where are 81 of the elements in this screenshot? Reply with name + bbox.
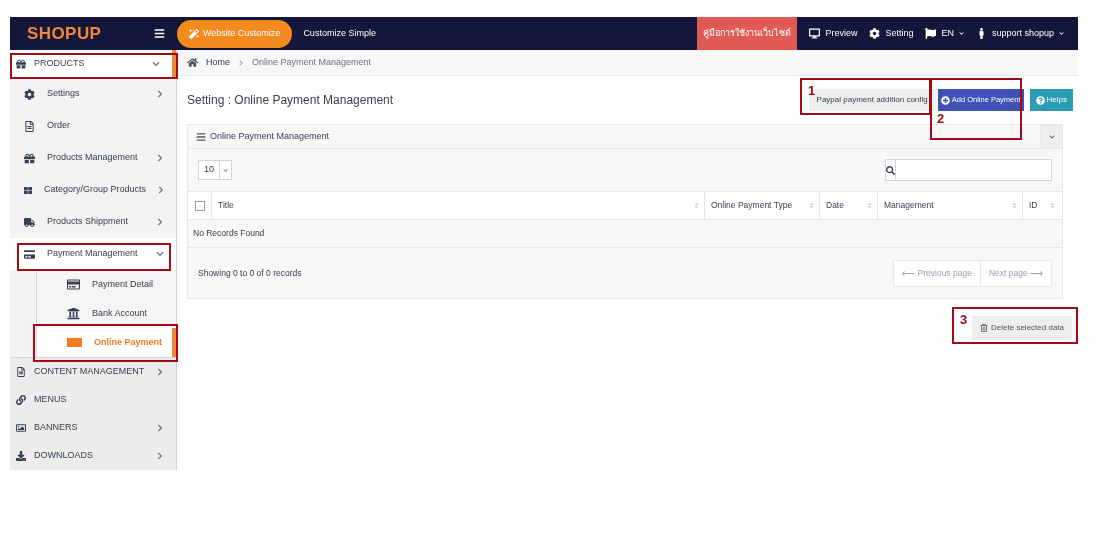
submenu-item[interactable]: Bank Account — [37, 299, 176, 328]
search-field[interactable] — [885, 159, 1052, 181]
sort-icon — [1011, 202, 1018, 209]
search-icon — [886, 165, 895, 175]
sidebar-item[interactable]: Category/Group Products — [10, 174, 176, 206]
submenu-item[interactable]: Payment Detail — [37, 270, 176, 299]
delete-button[interactable]: Delete selected data — [972, 316, 1072, 340]
sidebar-section[interactable]: CONTENT MANAGEMENT — [10, 358, 176, 386]
sidebar-item[interactable]: Payment Management — [10, 238, 176, 270]
chevron-down-icon — [1048, 133, 1055, 140]
chevron-right-icon — [156, 90, 164, 98]
trash-icon — [980, 324, 989, 332]
chevron-down-icon — [152, 60, 160, 68]
credit-card-icon — [67, 278, 80, 291]
help-icon — [1035, 95, 1045, 105]
page-title: Setting : Online Payment Management — [187, 92, 394, 109]
link-icon — [16, 395, 26, 405]
empty-message: No Records Found — [193, 227, 265, 240]
document-icon — [24, 120, 35, 132]
sidebar-item[interactable]: Products Shippment — [10, 206, 176, 238]
sort-icon — [1049, 202, 1056, 209]
list-icon — [196, 131, 206, 142]
document-icon — [16, 367, 26, 377]
sort-icon — [693, 202, 700, 209]
gear-icon — [24, 88, 35, 100]
sort-icon — [808, 202, 815, 209]
column-header[interactable]: Management — [878, 192, 1023, 219]
checkbox[interactable] — [194, 200, 205, 211]
gift-icon — [16, 59, 26, 69]
flag-icon — [925, 28, 937, 39]
sidebar-section[interactable]: PRODUCTS — [10, 50, 176, 78]
annotation-number: 2 — [937, 112, 945, 125]
chevron-right-icon — [156, 218, 164, 226]
annotation-number: 3 — [960, 313, 968, 326]
sidebar-section[interactable]: BANNERS — [10, 414, 176, 442]
collapse-button[interactable] — [1040, 125, 1062, 148]
chevron-right-icon — [156, 368, 164, 376]
column-header[interactable]: Online Payment Type — [705, 192, 820, 219]
magic-wand-icon — [189, 28, 199, 39]
chevron-right-icon — [156, 452, 164, 460]
plus-icon — [940, 95, 950, 105]
sort-icon — [866, 202, 873, 209]
monitor-icon — [809, 28, 821, 39]
gear-icon — [869, 28, 881, 39]
chevron-right-icon — [238, 59, 244, 66]
column-header[interactable]: ID — [1023, 192, 1060, 219]
nav-link[interactable]: Preview — [809, 26, 858, 41]
page-size-select[interactable]: 10 — [198, 160, 232, 180]
nav-link[interactable]: EN — [925, 26, 964, 41]
credit-card-icon — [24, 248, 35, 260]
chevron-down-icon — [156, 250, 164, 258]
bank-icon — [67, 307, 80, 320]
home-icon — [187, 57, 198, 68]
grid-icon — [24, 184, 33, 196]
sidebar-section[interactable]: DOWNLOADS — [10, 442, 176, 470]
breadcrumb-link[interactable]: Home — [206, 55, 230, 70]
sidebar-item[interactable]: Products Management — [10, 142, 176, 174]
image-icon — [16, 423, 26, 433]
nav-link[interactable]: Setting — [869, 26, 914, 41]
panel-title: Online Payment Management — [210, 129, 330, 143]
sidebar-item[interactable]: Settings — [10, 78, 176, 110]
sidebar-section[interactable]: MENUS — [10, 386, 176, 414]
records-summary: Showing 0 to 0 of 0 records — [198, 266, 302, 280]
truck-icon — [24, 216, 35, 228]
chevron-right-icon — [158, 186, 164, 194]
caret-icon — [223, 167, 228, 173]
caret-icon — [1059, 31, 1064, 36]
chevron-right-icon — [156, 154, 164, 162]
breadcrumb-current: Online Payment Management — [252, 55, 372, 69]
chevron-right-icon — [156, 424, 164, 432]
guide-button[interactable]: คู่มือการใช้งานเว็บไซต์ — [697, 17, 798, 50]
nav-link[interactable]: support shopup — [975, 26, 1064, 41]
sidebar-item[interactable]: Order — [10, 110, 176, 142]
menu-icon[interactable] — [154, 28, 165, 39]
column-header[interactable]: Title — [212, 192, 705, 219]
column-header[interactable]: Date — [820, 192, 878, 219]
customize-link[interactable]: Customize Simple — [303, 26, 376, 41]
caret-icon — [958, 31, 964, 36]
download-icon — [16, 451, 26, 461]
gift-icon — [24, 152, 35, 164]
logo[interactable]: SHOPUP — [27, 20, 102, 47]
